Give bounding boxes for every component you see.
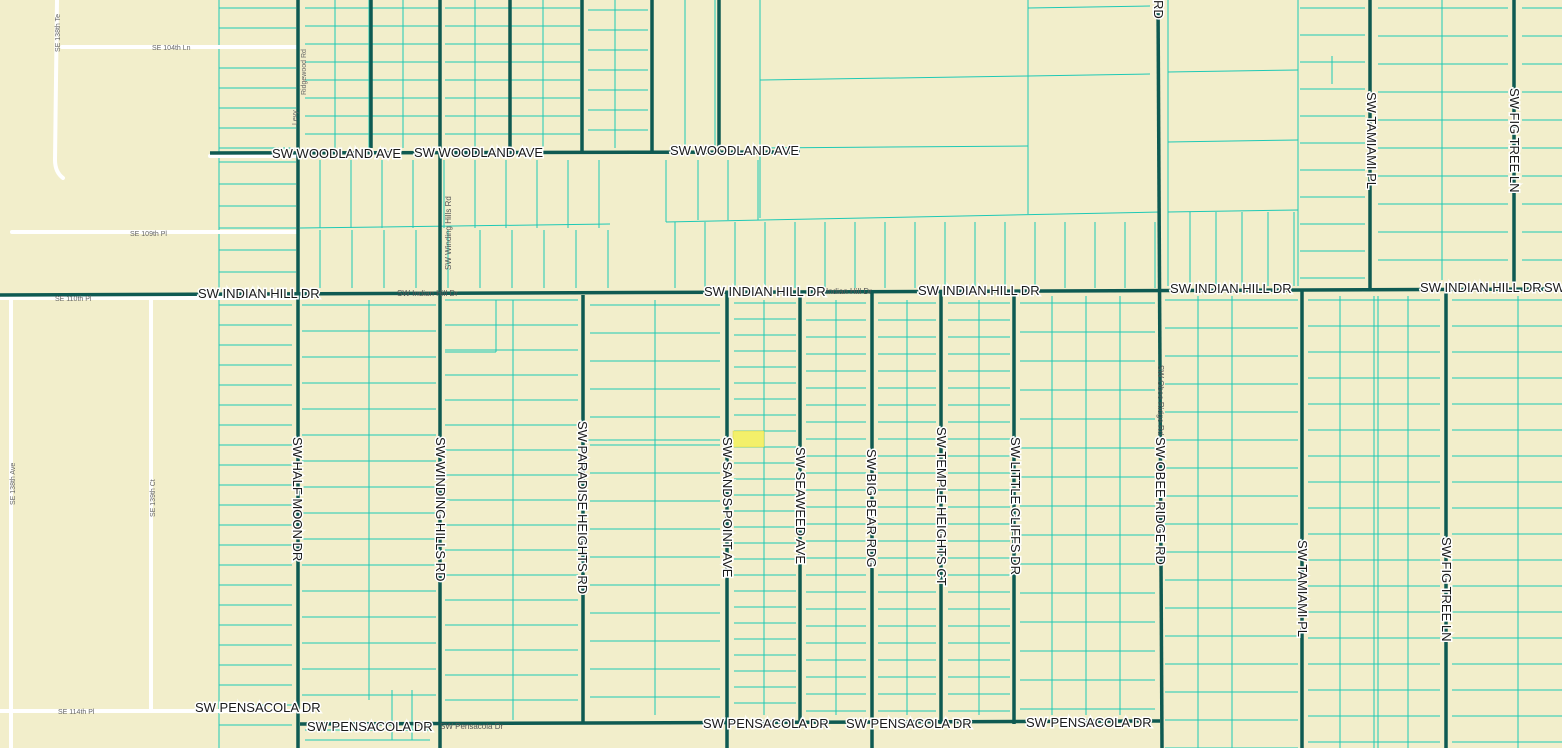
road-label: SW SANDS POINT AVE (720, 437, 735, 578)
street-label: SE 114th Pl (58, 709, 95, 716)
road-label: SW HALF MOON DR (290, 437, 305, 561)
street-label: SE 138th Te (55, 14, 62, 52)
road-label: SW TAMIAMI PL (1364, 92, 1379, 189)
road-label: SW FIG TREE LN (1507, 88, 1522, 193)
road-label-small: SW Winding Hills Rd (444, 196, 453, 270)
road-label: SW WOODLAND AVE (670, 143, 799, 158)
road-label: SW INDIAN HILL DR (198, 286, 320, 301)
road-label: SW INDIAN HILL DR (918, 283, 1040, 298)
street-label: SE 139th Ct (150, 479, 157, 517)
road-label: SW PENSACOLA DR (846, 716, 972, 731)
road-label: SW TEMPLE HEIGHTS CT (934, 427, 949, 586)
road-label: SW PENSACOLA DR (307, 719, 433, 734)
road-label: SW WOODLAND AVE (272, 146, 401, 161)
street-label: SE 109th Pl (130, 231, 167, 238)
highlighted-parcel[interactable] (732, 430, 765, 448)
road-label: SW OBEE RIDGE RD (1153, 437, 1168, 565)
street-label: Levy (292, 110, 299, 125)
road-label: SW TAMIAMI PL (1295, 540, 1310, 637)
road-label: SW FIG TREE LN (1439, 537, 1454, 642)
street-label: SE 110th Pl (55, 296, 92, 303)
road-label: SW SEAWEED AVE (793, 447, 808, 564)
road-label-small: SW Indian Hill Dr (397, 289, 458, 298)
street-label: SE 138th Ave (10, 463, 17, 505)
road-label: SW (1544, 280, 1562, 295)
road-label: SW BIG BEAR RDG (864, 449, 879, 567)
road-label-small: SW Pensacola Dr (440, 722, 503, 731)
road-label: SW INDIAN HILL DR (1170, 281, 1292, 296)
road-label: SW PENSACOLA DR (703, 716, 829, 731)
map-background (0, 0, 1562, 748)
road-label: SW PENSACOLA DR (1026, 715, 1152, 730)
road-label: SW WOODLAND AVE (414, 145, 543, 160)
road-label: SW INDIAN HILL DR (704, 284, 826, 299)
road-label: RD (1151, 0, 1166, 19)
road-label-small: Indian Hill Dr (826, 287, 872, 296)
road-label-small: SW Obee Ridge Rd (1156, 365, 1165, 435)
parcel-map[interactable]: SW WOODLAND AVE SW WOODLAND AVE SW WOODL… (0, 0, 1562, 748)
road-label: SW LITTLE CLIFFS DR (1008, 437, 1023, 575)
road-label: SW INDIAN HILL DR (1420, 280, 1542, 295)
street-label: Ridgewood Rd (301, 49, 308, 95)
road-label: SW PARADISE HEIGHTS RD (575, 421, 590, 594)
road-label: SW WINDING HILLS RD (433, 437, 448, 581)
street-label: SE 104th Ln (152, 45, 191, 52)
road-label: SW PENSACOLA DR (195, 700, 321, 715)
